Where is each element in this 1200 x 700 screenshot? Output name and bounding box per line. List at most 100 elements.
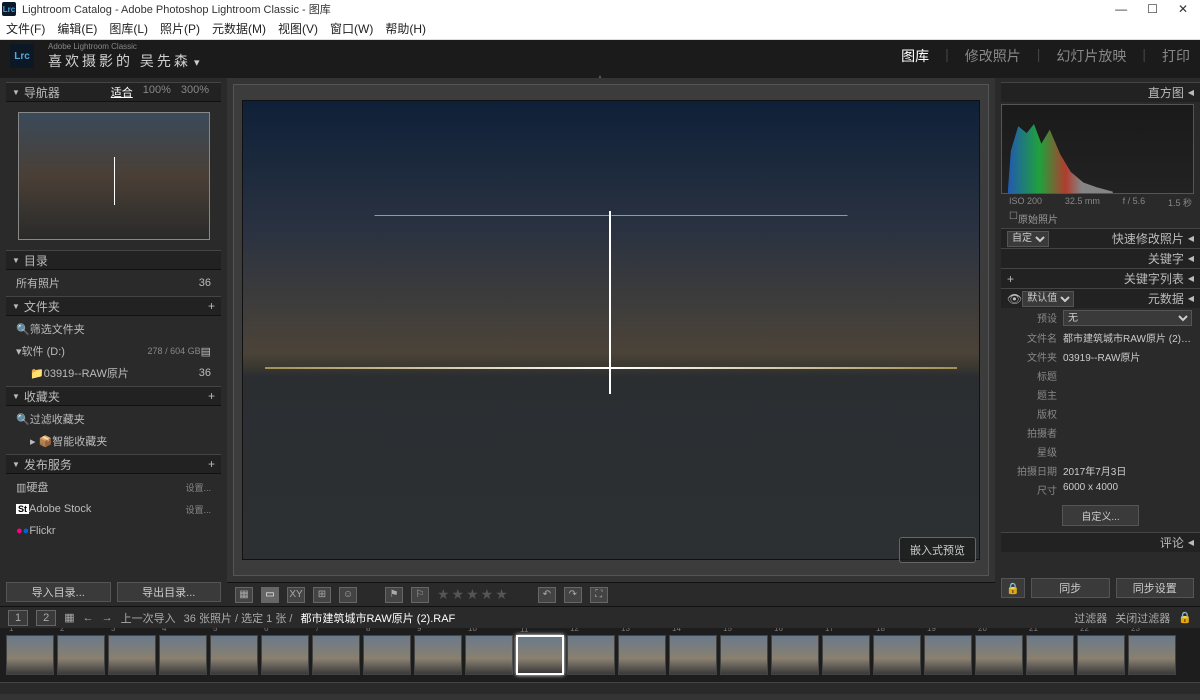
histogram-header[interactable]: 直方图◀ bbox=[1001, 82, 1200, 102]
grid-view-icon[interactable]: ▦ bbox=[235, 587, 253, 603]
maximize-icon[interactable]: ☐ bbox=[1147, 2, 1158, 16]
filmstrip-thumb[interactable]: 9 bbox=[414, 635, 462, 675]
collections-header[interactable]: ▼收藏夹+ bbox=[6, 386, 221, 406]
close-icon[interactable]: ✕ bbox=[1178, 2, 1188, 16]
close-filter-button[interactable]: 关闭过滤器 bbox=[1115, 610, 1170, 626]
minimize-icon[interactable]: — bbox=[1115, 2, 1127, 16]
export-button[interactable]: 导出目录... bbox=[117, 582, 222, 602]
publish-flickr[interactable]: ●● Flickr bbox=[6, 522, 221, 540]
metadata-header[interactable]: 👁 默认值元数据◀ bbox=[1001, 288, 1200, 308]
module-library[interactable]: 图库 bbox=[901, 46, 929, 66]
lock-icon[interactable]: 🔒 bbox=[1178, 611, 1192, 624]
folders-filter[interactable]: 🔍 筛选文件夹 bbox=[6, 320, 221, 338]
menu-edit[interactable]: 编辑(E) bbox=[57, 20, 97, 37]
survey-view-icon[interactable]: ⊞ bbox=[313, 587, 331, 603]
sync-lock-icon[interactable]: 🔒 bbox=[1001, 578, 1025, 598]
compare-view-icon[interactable]: XY bbox=[287, 587, 305, 603]
quickdev-preset-select[interactable]: 自定 bbox=[1007, 231, 1049, 247]
checkbox-icon[interactable]: ☐ bbox=[1009, 211, 1018, 226]
window-1-badge[interactable]: 1 bbox=[8, 610, 28, 626]
filmstrip-thumb[interactable]: 1 bbox=[6, 635, 54, 675]
rotate-ccw-icon[interactable]: ↶ bbox=[538, 587, 556, 603]
filmstrip-thumb[interactable]: 21 bbox=[1026, 635, 1074, 675]
go-forward-icon[interactable]: → bbox=[102, 612, 113, 624]
filmstrip-thumb[interactable]: 5 bbox=[210, 635, 258, 675]
plus-icon[interactable]: + bbox=[208, 389, 215, 403]
navigator-preview[interactable] bbox=[18, 112, 210, 240]
keywordlist-header[interactable]: +关键字列表◀ bbox=[1001, 268, 1200, 288]
folders-header[interactable]: ▼文件夹+ bbox=[6, 296, 221, 316]
zoom-100[interactable]: 100% bbox=[143, 84, 171, 100]
window-2-badge[interactable]: 2 bbox=[36, 610, 56, 626]
menu-file[interactable]: 文件(F) bbox=[6, 20, 45, 37]
filmstrip-thumb[interactable]: 15 bbox=[720, 635, 768, 675]
embedded-preview-button[interactable]: 嵌入式预览 bbox=[899, 537, 976, 563]
comments-header[interactable]: 评论◀ bbox=[1001, 532, 1200, 552]
filmstrip-thumb[interactable]: 23 bbox=[1128, 635, 1176, 675]
people-view-icon[interactable]: ☺ bbox=[339, 587, 357, 603]
quickdev-header[interactable]: 自定快速修改照片◀ bbox=[1001, 228, 1200, 248]
rotate-cw-icon[interactable]: ↷ bbox=[564, 587, 582, 603]
zoom-300[interactable]: 300% bbox=[181, 84, 209, 100]
catalog-header[interactable]: ▼目录 bbox=[6, 250, 221, 270]
module-print[interactable]: 打印 bbox=[1162, 46, 1190, 66]
identity-chevron-icon[interactable]: ▾ bbox=[194, 57, 200, 69]
filmstrip-thumb[interactable]: 20 bbox=[975, 635, 1023, 675]
filmstrip-thumb[interactable]: 13 bbox=[618, 635, 666, 675]
flag-pick-icon[interactable]: ⚑ bbox=[385, 587, 403, 603]
crop-overlay-icon[interactable]: ⛶ bbox=[590, 587, 608, 603]
filmstrip-thumb[interactable]: 11 bbox=[516, 635, 564, 675]
keywording-header[interactable]: 关键字◀ bbox=[1001, 248, 1200, 268]
filmstrip-prev-import[interactable]: 上一次导入 bbox=[121, 610, 176, 626]
sync-button[interactable]: 同步 bbox=[1031, 578, 1110, 598]
filmstrip-thumb[interactable]: 4 bbox=[159, 635, 207, 675]
filmstrip-thumb[interactable]: 17 bbox=[822, 635, 870, 675]
filmstrip-thumb[interactable]: 6 bbox=[261, 635, 309, 675]
filmstrip-thumb[interactable]: 2 bbox=[57, 635, 105, 675]
filmstrip-scrollbar[interactable] bbox=[0, 682, 1200, 694]
grid-icon[interactable]: ▦ bbox=[64, 611, 74, 624]
filmstrip-thumb[interactable]: 19 bbox=[924, 635, 972, 675]
publish-header[interactable]: ▼发布服务+ bbox=[6, 454, 221, 474]
eye-icon[interactable]: 👁 bbox=[1007, 292, 1022, 306]
filmstrip-thumb[interactable]: 22 bbox=[1077, 635, 1125, 675]
histogram[interactable] bbox=[1001, 104, 1194, 194]
collections-filter[interactable]: 🔍 过滤收藏夹 bbox=[6, 410, 221, 428]
module-develop[interactable]: 修改照片 bbox=[965, 46, 1021, 66]
filmstrip-thumb[interactable]: 12 bbox=[567, 635, 615, 675]
filmstrip-thumb[interactable]: 10 bbox=[465, 635, 513, 675]
zoom-fit[interactable]: 适合 bbox=[111, 84, 133, 100]
menu-window[interactable]: 窗口(W) bbox=[330, 20, 373, 37]
folders-subfolder[interactable]: 📁 03919--RAW原片36 bbox=[6, 364, 221, 382]
filmstrip-thumb[interactable]: 8 bbox=[363, 635, 411, 675]
module-slideshow[interactable]: 幻灯片放映 bbox=[1056, 46, 1126, 66]
publish-harddrive[interactable]: ▥ 硬盘设置... bbox=[6, 478, 221, 496]
filmstrip-thumb[interactable]: 14 bbox=[669, 635, 717, 675]
plus-icon[interactable]: + bbox=[208, 457, 215, 471]
metadata-preset-select[interactable]: 无 bbox=[1063, 310, 1192, 326]
collections-smart[interactable]: ▸ 📦 智能收藏夹 bbox=[6, 432, 221, 450]
metadata-set-select[interactable]: 默认值 bbox=[1022, 291, 1074, 307]
filmstrip-thumb[interactable]: 3 bbox=[108, 635, 156, 675]
menu-view[interactable]: 视图(V) bbox=[278, 20, 318, 37]
menu-help[interactable]: 帮助(H) bbox=[385, 20, 426, 37]
go-back-icon[interactable]: ← bbox=[83, 612, 94, 624]
publish-adobestock[interactable]: St Adobe Stock设置... bbox=[6, 500, 221, 518]
filmstrip[interactable]: 1234567891011121314151617181920212223 bbox=[0, 628, 1200, 682]
navigator-header[interactable]: ▼ 导航器 适合 100% 300% bbox=[6, 82, 221, 102]
folders-drive[interactable]: ▾ 软件 (D:)278 / 604 GB ▤ bbox=[6, 342, 221, 360]
flag-reject-icon[interactable]: ⚐ bbox=[411, 587, 429, 603]
filmstrip-thumb[interactable]: 16 bbox=[771, 635, 819, 675]
image-viewer[interactable]: 嵌入式预览 bbox=[227, 78, 995, 582]
loupe-view-icon[interactable]: ▭ bbox=[261, 587, 279, 603]
menu-photo[interactable]: 照片(P) bbox=[160, 20, 200, 37]
filmstrip-thumb[interactable]: 18 bbox=[873, 635, 921, 675]
import-button[interactable]: 导入目录... bbox=[6, 582, 111, 602]
catalog-all-photos[interactable]: 所有照片36 bbox=[6, 274, 221, 292]
menu-library[interactable]: 图库(L) bbox=[109, 20, 148, 37]
plus-icon[interactable]: + bbox=[208, 299, 215, 313]
filmstrip-thumb[interactable]: 7 bbox=[312, 635, 360, 675]
menu-metadata[interactable]: 元数据(M) bbox=[212, 20, 266, 37]
plus-icon[interactable]: + bbox=[1007, 272, 1014, 286]
rating-stars[interactable]: ★★★★★ bbox=[437, 586, 510, 603]
